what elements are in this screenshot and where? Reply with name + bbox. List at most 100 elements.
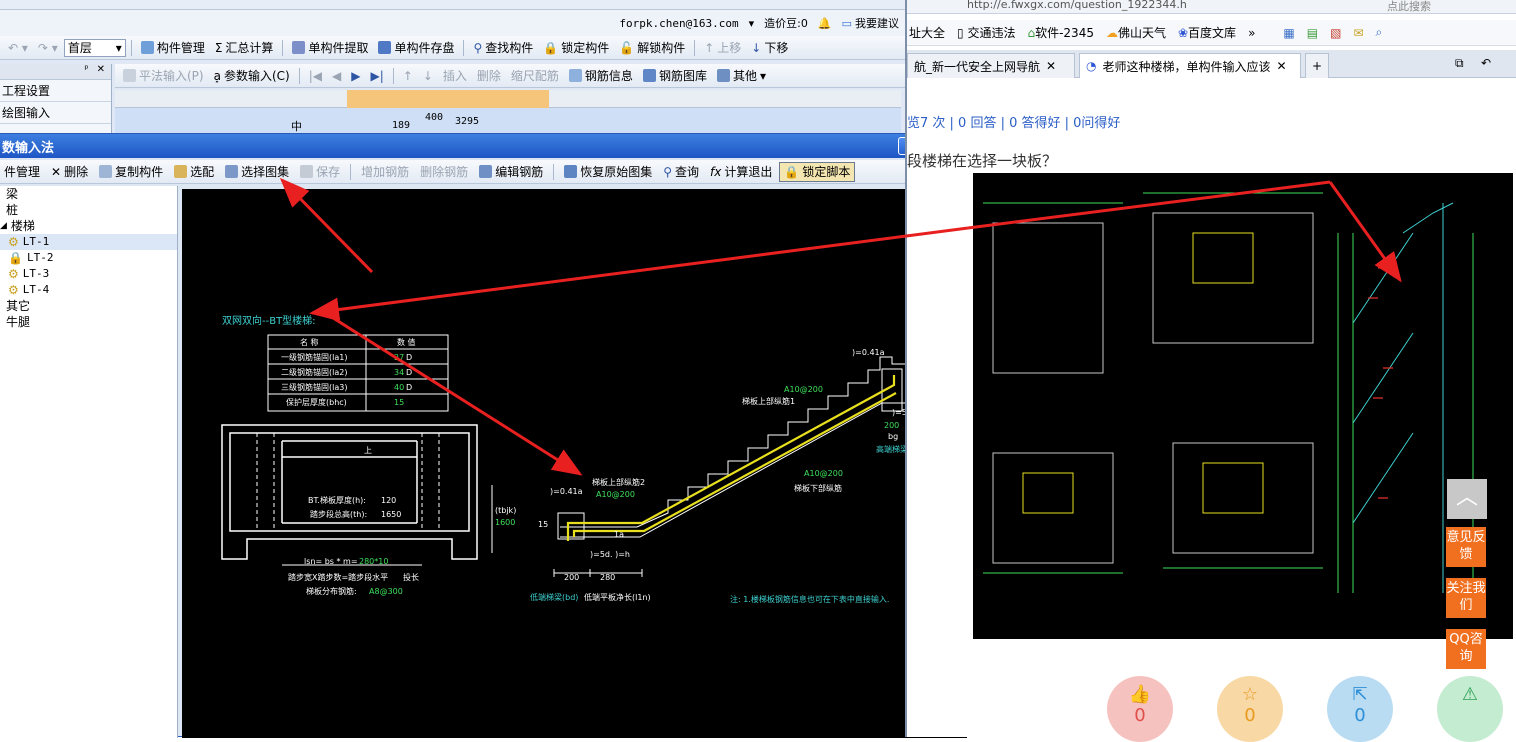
restore-icon[interactable]: ⧉: [1455, 56, 1464, 71]
move-down-button[interactable]: ↓ 下移: [747, 38, 792, 58]
first-record-button[interactable]: |◀: [305, 66, 326, 86]
tree-node-corbel[interactable]: 牛腿: [0, 314, 177, 330]
component-manage-button[interactable]: 构件管理: [137, 38, 209, 58]
copy-component-button[interactable]: 复制构件: [95, 162, 167, 182]
summary-calc-button[interactable]: Σ 汇总计算: [211, 38, 278, 58]
pdf-icon[interactable]: ▧: [1330, 26, 1341, 40]
restore-atlas-button[interactable]: 恢复原始图集: [560, 162, 656, 182]
favorite-count: 0: [1244, 705, 1256, 726]
row-down-button[interactable]: ↓: [419, 66, 437, 86]
like-button[interactable]: 👍 0: [1107, 676, 1173, 742]
search-box[interactable]: 点此搜索: [1387, 0, 1431, 13]
next-record-button[interactable]: ▶: [347, 66, 364, 86]
single-save-button[interactable]: 单构件存盘: [374, 38, 458, 58]
search-icon[interactable]: ⌕: [1376, 25, 1383, 40]
panel-item-project-settings[interactable]: 工程设置: [0, 80, 111, 102]
insert-row-button[interactable]: 插入: [439, 66, 471, 86]
fav-item-software[interactable]: ⌂软件-2345: [1027, 24, 1094, 41]
feedback-button[interactable]: 意见反馈: [1446, 527, 1486, 567]
tab-navigation[interactable]: 航_新一代安全上网导航 ✕: [907, 53, 1075, 78]
plan-bt-label: BT.梯板厚度(h):: [308, 495, 366, 505]
bell-icon[interactable]: 🔔: [818, 17, 832, 30]
select-atlas-button[interactable]: 选择图集: [221, 162, 293, 182]
edit-rebar-button[interactable]: 编辑钢筋: [475, 162, 547, 182]
table-row[interactable]: 中 189 400 3295: [115, 108, 901, 135]
fav-item-site-directory[interactable]: 址大全: [909, 24, 945, 41]
address-bar[interactable]: http://e.fwxgx.com/question_1922344.h 点此…: [907, 0, 1516, 14]
unlock-component-button[interactable]: 🔓 解锁构件: [615, 38, 689, 58]
table-header-name: 名 称: [300, 337, 319, 347]
tree-node-other[interactable]: 其它: [0, 298, 177, 314]
suggest-button[interactable]: ▭ 我要建议: [842, 15, 899, 31]
rebar-info-button[interactable]: 钢筋信息: [565, 66, 637, 86]
undo-icon[interactable]: ↶: [1481, 56, 1491, 70]
move-up-button[interactable]: ↑ 上移: [700, 38, 745, 58]
share-button[interactable]: ⇱ 0: [1327, 676, 1393, 742]
last-record-button[interactable]: ▶|: [366, 66, 387, 86]
chevron-down-icon[interactable]: ▾: [749, 17, 755, 30]
prev-record-button[interactable]: ◀: [328, 66, 345, 86]
restore-atlas-label: 恢复原始图集: [580, 165, 653, 179]
lock-component-button[interactable]: 🔒 锁定构件: [539, 38, 613, 58]
find-component-button[interactable]: ⚲ 查找构件: [469, 38, 537, 58]
dialog-titlebar[interactable]: 数输入法 _ □ ✕: [0, 134, 968, 158]
pin-icon[interactable]: ᵖ: [84, 64, 88, 79]
param-input-button[interactable]: a͎ 参数输入(C): [210, 66, 294, 86]
grid-icon[interactable]: ▦: [1283, 26, 1294, 40]
book-icon[interactable]: ▤: [1307, 26, 1318, 40]
new-tab-button[interactable]: +: [1305, 53, 1329, 78]
delete-rebar-button[interactable]: 删除钢筋: [416, 162, 472, 182]
close-icon[interactable]: ✕: [1277, 59, 1287, 73]
redo-button[interactable]: ↷ ▾: [34, 38, 62, 58]
undo-button[interactable]: ↶ ▾: [4, 38, 32, 58]
close-icon[interactable]: ✕: [97, 64, 105, 79]
floor-select[interactable]: 首层 ▾: [63, 38, 126, 57]
select-config-button[interactable]: 选配: [170, 162, 218, 182]
browser-window: http://e.fwxgx.com/question_1922344.h 点此…: [905, 0, 1516, 742]
follow-us-button[interactable]: 关注我们: [1446, 578, 1486, 618]
cad-screenshot[interactable]: [973, 173, 1513, 639]
report-button[interactable]: ⚠: [1437, 676, 1503, 742]
add-rebar-button[interactable]: 增加钢筋: [357, 162, 413, 182]
save-button[interactable]: 保存: [296, 162, 344, 182]
tree-node-label: 桩: [6, 203, 19, 217]
find-component-label: 查找构件: [485, 41, 534, 55]
tree-node-beam[interactable]: 梁: [0, 186, 177, 202]
query-button[interactable]: ⚲ 查询: [659, 162, 703, 182]
chevron-right-icon[interactable]: »: [1248, 26, 1255, 40]
grid-header-selected[interactable]: [347, 90, 549, 108]
calc-exit-button[interactable]: fx 计算退出: [706, 162, 776, 182]
tree-node-lt1[interactable]: ⚙ LT-1: [0, 234, 177, 250]
mail-icon[interactable]: ✉: [1353, 26, 1363, 40]
qq-consult-button[interactable]: QQ咨询: [1446, 629, 1486, 669]
tree-node-lt4[interactable]: ⚙ LT-4: [0, 282, 177, 298]
tbjk-value: 1600: [495, 518, 515, 527]
scale-rebar-button[interactable]: 缩尺配筋: [507, 66, 563, 86]
fav-item-wenku[interactable]: ❀百度文库: [1178, 24, 1236, 41]
account-email[interactable]: forpk.chen@163.com: [619, 17, 738, 30]
rebar-lines: [566, 375, 897, 541]
back-to-top-button[interactable]: ︿: [1447, 479, 1487, 519]
delete-button[interactable]: ✕ 删除: [47, 162, 92, 182]
tree-node-label: LT-2: [26, 251, 54, 264]
close-icon[interactable]: ✕: [1046, 59, 1056, 73]
tree-node-lt3[interactable]: ⚙ LT-3: [0, 266, 177, 282]
other-menu-button[interactable]: 其他 ▾: [713, 66, 770, 86]
lock-script-button[interactable]: 🔒 锁定脚本: [779, 161, 856, 182]
component-manage-button[interactable]: 件管理: [0, 162, 44, 182]
delete-row-button[interactable]: 删除: [473, 66, 505, 86]
tree-node-stair[interactable]: ◢ 楼梯: [0, 218, 177, 234]
tab-question[interactable]: ◔ 老师这种楼梯，单构件输入应该 ✕: [1079, 53, 1301, 78]
rebar-library-button[interactable]: 钢筋图库: [639, 66, 711, 86]
favorite-button[interactable]: ☆ 0: [1217, 676, 1283, 742]
plain-input-button[interactable]: 平法输入(P): [119, 66, 208, 86]
panel-item-drawing-input[interactable]: 绘图输入: [0, 102, 111, 124]
fav-item-weather[interactable]: ☁佛山天气: [1106, 24, 1166, 41]
collapse-icon[interactable]: ◢: [0, 218, 7, 234]
row-up-button[interactable]: ↑: [399, 66, 417, 86]
tree-node-pile[interactable]: 桩: [0, 202, 177, 218]
tree-node-lt2[interactable]: 🔒 LT-2: [0, 250, 177, 266]
fav-item-traffic[interactable]: ▯ 交通违法: [957, 24, 1015, 41]
address-url[interactable]: http://e.fwxgx.com/question_1922344.h: [967, 0, 1187, 11]
single-extract-button[interactable]: 单构件提取: [288, 38, 372, 58]
